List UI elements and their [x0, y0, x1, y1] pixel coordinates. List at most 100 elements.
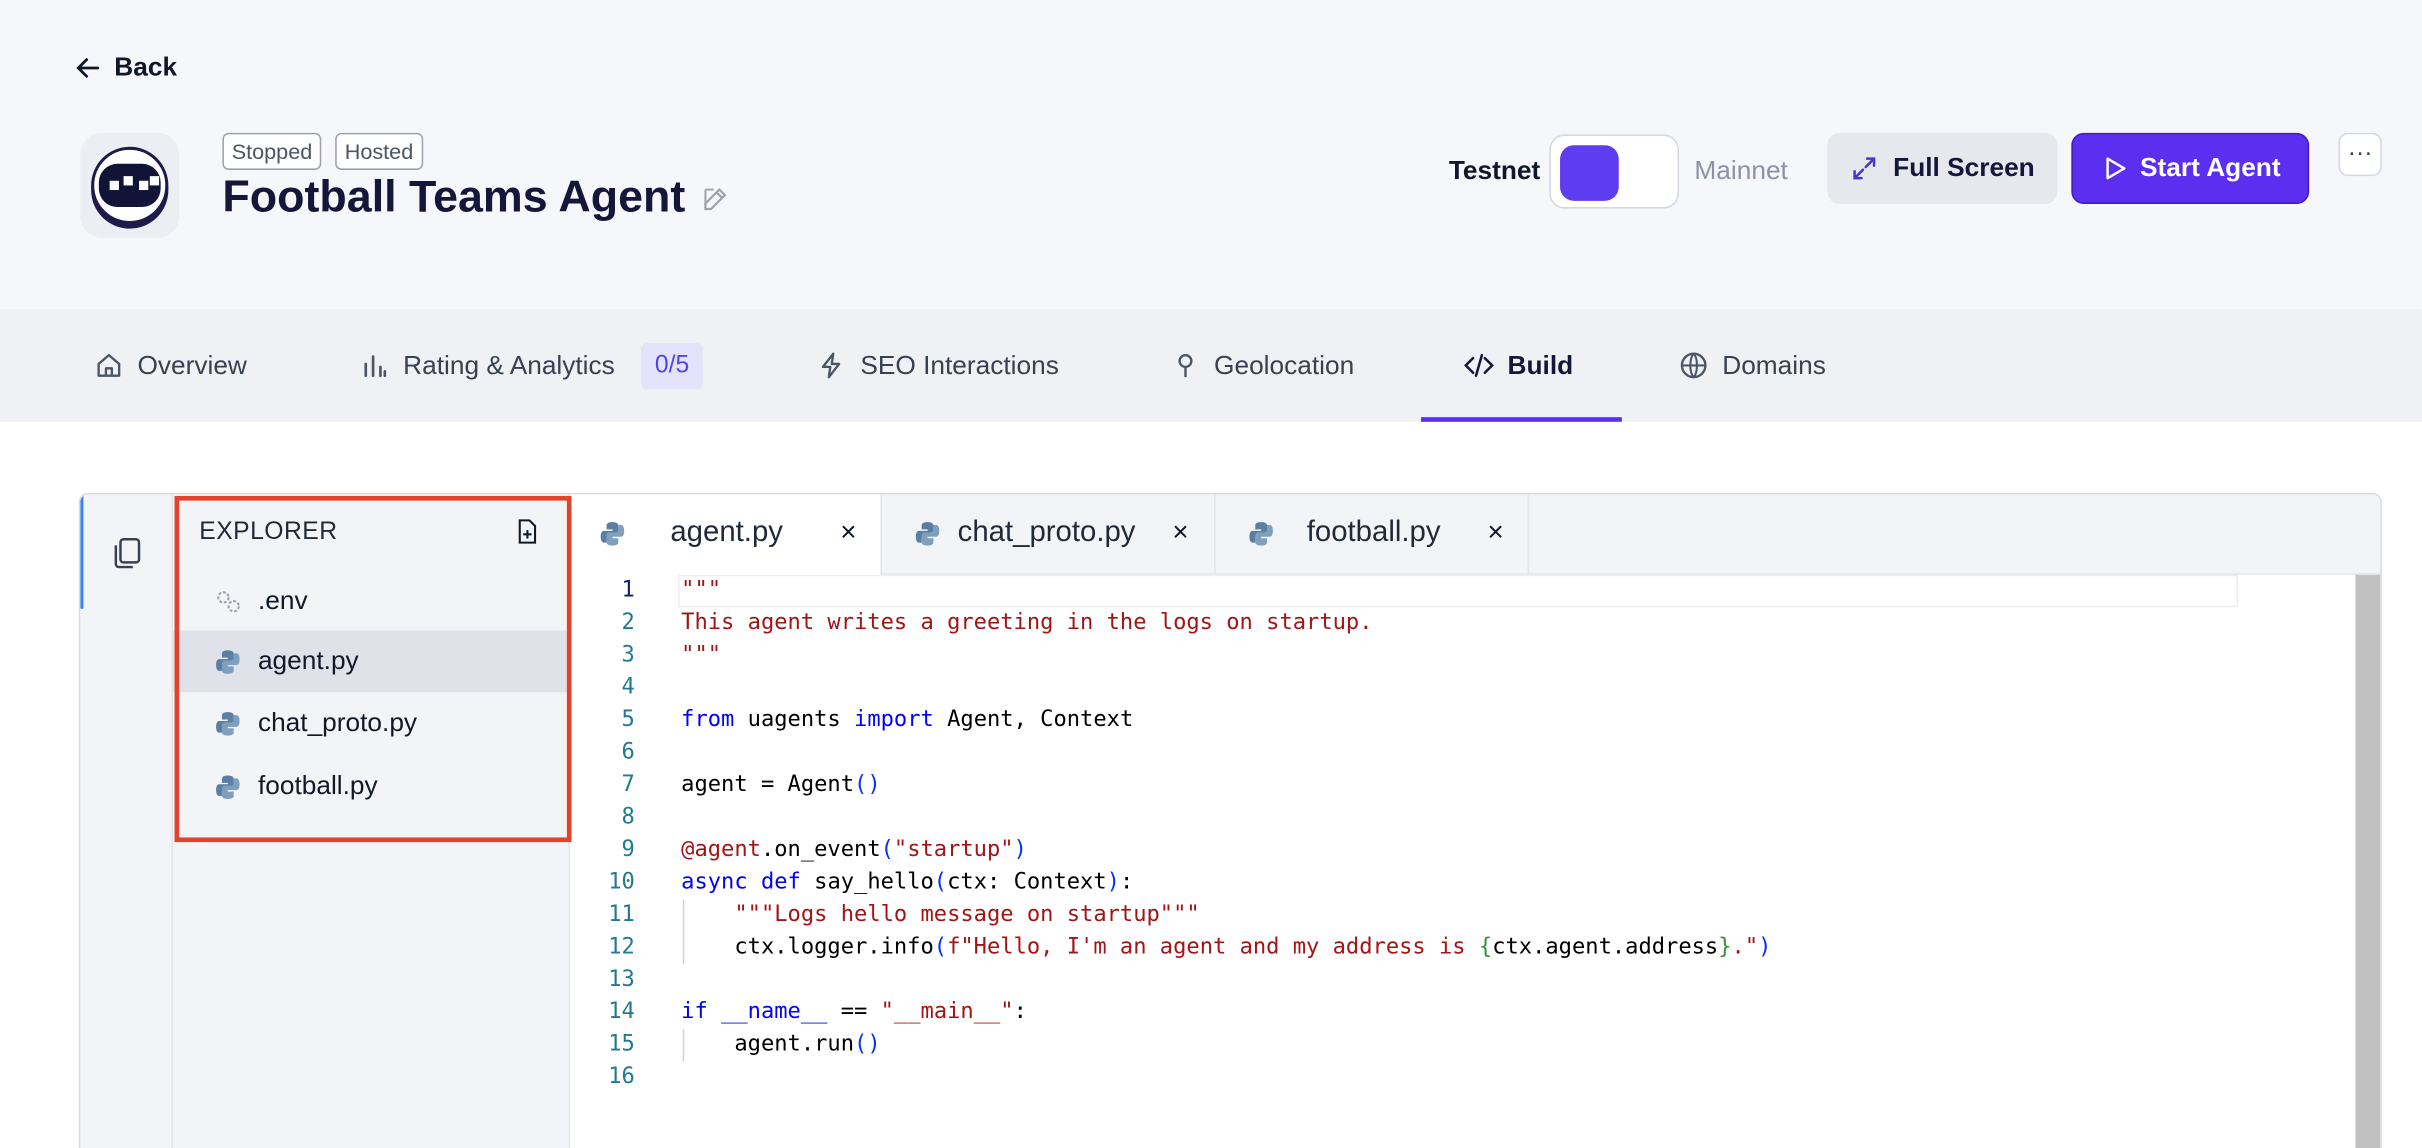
file-explorer: EXPLORER .env agent.py chat_proto.py foo…	[172, 494, 570, 1148]
line-number: 8	[621, 804, 635, 830]
file-name: agent.py	[257, 645, 359, 676]
file-name: chat_proto.py	[257, 707, 418, 738]
code-text: @agent.on_event("startup")	[681, 837, 1027, 863]
code-line: 6	[570, 737, 2356, 769]
activity-bar	[80, 494, 173, 1148]
globe-icon	[1680, 352, 1707, 379]
file-item-football-py[interactable]: football.py	[173, 756, 568, 818]
file-item-chat-proto-py[interactable]: chat_proto.py	[173, 692, 568, 754]
editor-tab-chat-proto-py[interactable]: chat_proto.py ×	[882, 494, 1216, 575]
new-file-icon[interactable]	[513, 518, 541, 546]
python-icon	[915, 522, 940, 546]
code-text: """	[681, 642, 722, 668]
close-icon[interactable]: ×	[840, 516, 856, 548]
code-text: if __name__ == "__main__":	[681, 999, 1027, 1025]
tab-build[interactable]: Build	[1464, 309, 1573, 422]
code-line: 10 async def say_hello(ctx: Context):	[570, 867, 2356, 899]
close-icon[interactable]: ×	[1172, 516, 1188, 548]
code-text: agent.run()	[681, 1032, 881, 1057]
code-area[interactable]: 1 """ 2 This agent writes a greeting in the…	[569, 574, 2356, 1148]
robot-face-icon	[91, 146, 169, 225]
explorer-title: EXPLORER	[199, 519, 338, 546]
mainnet-label[interactable]: Mainnet	[1694, 156, 1787, 187]
code-line: 15 agent.run()	[570, 1029, 2356, 1061]
edit-icon[interactable]	[701, 185, 729, 213]
rating-count-badge: 0/5	[641, 342, 704, 389]
hosted-badge: Hosted	[335, 132, 423, 170]
tab-seo-interactions[interactable]: SEO Interactions	[817, 309, 1059, 422]
tab-label: Domains	[1722, 349, 1826, 380]
code-icon	[1464, 353, 1494, 377]
code-line: 5 from uagents import Agent, Context	[570, 705, 2356, 737]
code-line: 2 This agent writes a greeting in the log…	[570, 607, 2356, 639]
arrow-left-icon	[76, 58, 100, 78]
code-line: 3 """	[570, 640, 2356, 672]
bolt-icon	[821, 352, 841, 379]
file-name: .env	[257, 585, 308, 615]
more-icon: ···	[2347, 140, 2373, 167]
tab-label: SEO Interactions	[860, 349, 1059, 380]
close-icon[interactable]: ×	[1487, 516, 1503, 548]
code-text: ctx.logger.info(f"Hello, I'm an agent an…	[681, 934, 1772, 960]
line-number: 1	[621, 577, 635, 603]
code-editor: EXPLORER .env agent.py chat_proto.py foo…	[78, 492, 2382, 1148]
tab-rating-analytics[interactable]: Rating & Analytics 0/5	[360, 309, 704, 422]
code-line: 14 if __name__ == "__main__":	[570, 997, 2356, 1029]
line-number: 7	[621, 772, 635, 798]
start-agent-button[interactable]: Start Agent	[2071, 132, 2310, 204]
testnet-label[interactable]: Testnet	[1449, 156, 1540, 187]
python-icon	[216, 774, 240, 799]
code-line: 16	[570, 1061, 2356, 1093]
gear-icon	[217, 590, 240, 612]
code-text: agent = Agent()	[681, 772, 881, 798]
file-name: football.py	[257, 771, 378, 801]
editor-tab-football-py[interactable]: football.py ×	[1216, 494, 1530, 575]
code-line: 4	[570, 672, 2356, 704]
home-icon	[97, 353, 121, 377]
full-screen-label: Full Screen	[1893, 152, 2035, 183]
agent-avatar	[80, 132, 180, 238]
line-number: 15	[608, 1032, 635, 1057]
file-item-agent-py[interactable]: agent.py	[172, 630, 569, 693]
files-icon[interactable]	[108, 535, 145, 572]
editor-tab-label: agent.py	[670, 516, 783, 549]
full-screen-button[interactable]: Full Screen	[1827, 132, 2058, 204]
editor-scrollbar[interactable]	[2355, 574, 2381, 1148]
start-agent-label: Start Agent	[2140, 152, 2281, 183]
tab-label: Rating & Analytics	[403, 349, 615, 380]
file-item-env[interactable]: .env	[173, 570, 568, 632]
code-text: from uagents import Agent, Context	[681, 707, 1134, 733]
bar-chart-icon	[364, 355, 387, 378]
more-options-button[interactable]: ···	[2338, 132, 2382, 177]
editor-tabs: agent.py × chat_proto.py × football.py ×	[569, 494, 2381, 575]
line-number: 4	[621, 675, 635, 700]
tab-label: Build	[1507, 349, 1574, 380]
editor-tab-label: football.py	[1306, 516, 1441, 549]
tab-overview[interactable]: Overview	[94, 309, 247, 422]
toggle-knob	[1560, 145, 1619, 201]
line-number: 5	[621, 707, 635, 733]
app-root: Back Stopped Hosted Football Teams Agent…	[0, 0, 2422, 1148]
code-line: 13	[570, 964, 2356, 996]
line-number: 16	[608, 1064, 635, 1090]
python-icon	[1249, 522, 1273, 546]
python-icon	[216, 649, 240, 674]
back-button[interactable]: Back	[74, 53, 177, 84]
code-line: 11 """Logs hello message on startup"""	[570, 899, 2356, 931]
network-toggle[interactable]	[1549, 134, 1679, 209]
pin-icon	[1178, 353, 1193, 378]
code-line: 9 @agent.on_event("startup")	[570, 834, 2356, 866]
tab-geolocation[interactable]: Geolocation	[1171, 309, 1354, 422]
editor-tab-label: chat_proto.py	[957, 516, 1136, 549]
tab-label: Overview	[137, 349, 247, 380]
editor-tab-agent-py[interactable]: agent.py ×	[569, 494, 882, 575]
agent-title: Football Teams Agent	[222, 173, 728, 224]
line-number: 12	[608, 934, 635, 960]
play-icon	[2105, 157, 2125, 180]
code-line: 12 ctx.logger.info(f"Hello, I'm an agent…	[570, 932, 2356, 964]
code-line: 7 agent = Agent()	[570, 769, 2356, 801]
python-icon	[216, 711, 240, 735]
line-number: 3	[621, 642, 635, 668]
tab-domains[interactable]: Domains	[1679, 309, 1826, 422]
expand-icon	[1852, 157, 1875, 180]
